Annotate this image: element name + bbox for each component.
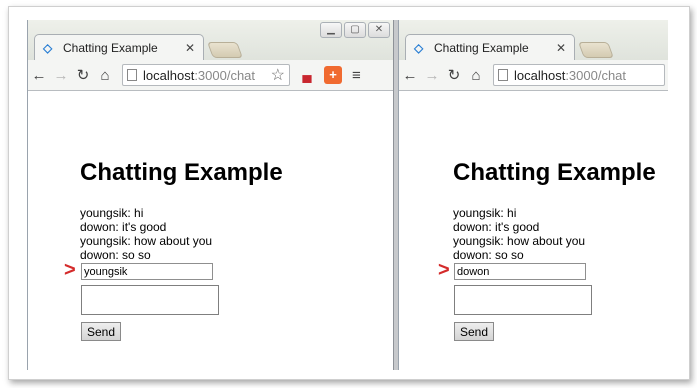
browser-toolbar: ← → ↻ ⌂ localhost:3000/chat ☆ ▄ + ≡: [28, 60, 394, 91]
message-item: youngsik: how about you: [80, 234, 213, 248]
bookmark-star-icon[interactable]: ☆: [271, 65, 285, 85]
forward-arrow-icon[interactable]: →: [50, 67, 72, 84]
extension-plus-icon[interactable]: +: [324, 66, 342, 84]
red-arrow-annotation: >: [64, 259, 76, 281]
browser-toolbar: ← → ↻ ⌂ localhost:3000/chat: [399, 60, 668, 91]
left-browser-window: ▁ ▢ ✕ ◇ Chatting Example ✕ ← → ↻ ⌂ local…: [27, 20, 394, 370]
close-icon[interactable]: ✕: [556, 41, 566, 55]
chrome-tab-icon: ◇: [43, 40, 53, 55]
url-path: :3000/chat: [565, 67, 627, 83]
message-textarea[interactable]: [454, 285, 592, 315]
page-content: Chatting Example youngsik: hi dowon: it'…: [399, 91, 668, 370]
page-title: Chatting Example: [80, 159, 283, 186]
page-icon: [127, 69, 137, 81]
title-bar: ◇ Chatting Example ✕: [399, 20, 668, 60]
maximize-icon[interactable]: ▢: [344, 22, 366, 38]
hamburger-menu-icon[interactable]: ≡: [352, 67, 361, 84]
browser-tab[interactable]: ◇ Chatting Example ✕: [34, 34, 204, 60]
message-item: dowon: so so: [453, 248, 524, 262]
reload-icon[interactable]: ↻: [443, 66, 465, 84]
message-item: youngsik: how about you: [453, 234, 586, 248]
tab-title: Chatting Example: [434, 40, 529, 55]
right-browser-window: ◇ Chatting Example ✕ ← → ↻ ⌂ localhost:3…: [398, 20, 668, 370]
name-input[interactable]: [454, 263, 586, 280]
url-host: localhost: [514, 67, 566, 83]
home-icon[interactable]: ⌂: [94, 67, 116, 84]
extension-sofa-icon[interactable]: ▄: [298, 66, 316, 84]
browser-tab[interactable]: ◇ Chatting Example ✕: [405, 34, 575, 60]
message-item: youngsik: hi: [80, 206, 144, 220]
page-title: Chatting Example: [453, 159, 656, 186]
message-textarea[interactable]: [81, 285, 219, 315]
minimize-icon[interactable]: ▁: [320, 22, 342, 38]
forward-arrow-icon[interactable]: →: [421, 67, 443, 84]
new-tab-button[interactable]: [578, 42, 614, 58]
message-item: youngsik: hi: [453, 206, 517, 220]
name-input[interactable]: [81, 263, 213, 280]
back-arrow-icon[interactable]: ←: [28, 67, 50, 84]
red-arrow-annotation: >: [438, 259, 450, 281]
title-bar: ▁ ▢ ✕ ◇ Chatting Example ✕: [28, 20, 394, 60]
message-item: dowon: it's good: [453, 220, 540, 234]
message-list: youngsik: hi dowon: it's good youngsik: …: [80, 206, 212, 262]
message-item: dowon: it's good: [80, 220, 167, 234]
url-host: localhost: [143, 67, 195, 83]
page-content: Chatting Example youngsik: hi dowon: it'…: [28, 91, 394, 370]
url-path: :3000/chat: [194, 67, 256, 83]
close-icon[interactable]: ✕: [185, 41, 195, 55]
window-controls: ▁ ▢ ✕: [320, 22, 390, 38]
chrome-tab-icon: ◇: [414, 40, 424, 55]
send-button[interactable]: Send: [81, 322, 121, 341]
close-window-icon[interactable]: ✕: [368, 22, 390, 38]
message-list: youngsik: hi dowon: it's good youngsik: …: [453, 206, 585, 262]
home-icon[interactable]: ⌂: [465, 67, 487, 84]
send-button[interactable]: Send: [454, 322, 494, 341]
message-item: dowon: so so: [80, 248, 151, 262]
reload-icon[interactable]: ↻: [72, 66, 94, 84]
page-icon: [498, 69, 508, 81]
new-tab-button[interactable]: [207, 42, 243, 58]
address-bar[interactable]: localhost:3000/chat ☆: [122, 64, 290, 86]
address-bar[interactable]: localhost:3000/chat: [493, 64, 665, 86]
back-arrow-icon[interactable]: ←: [399, 67, 421, 84]
tab-title: Chatting Example: [63, 40, 158, 55]
